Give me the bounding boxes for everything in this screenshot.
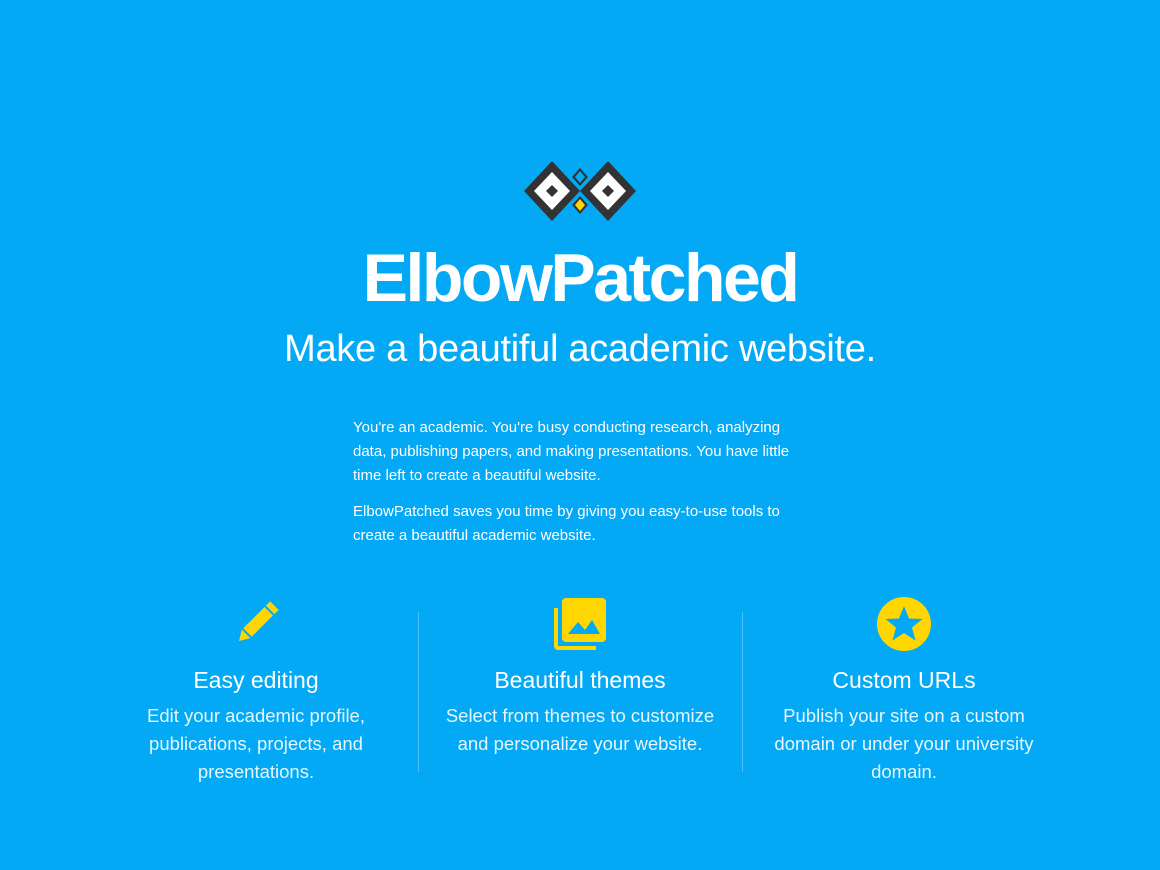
feature-description: Publish your site on a custom domain or … xyxy=(774,705,1034,782)
intro-paragraph: ElbowPatched saves you time by giving yo… xyxy=(353,503,780,544)
brand-name: ElbowPatched xyxy=(362,240,800,316)
hero-section: ElbowPatched Make a beautiful academic w… xyxy=(0,0,1160,870)
star-circle-icon xyxy=(877,597,931,651)
feature-title: Beautiful themes xyxy=(494,667,666,693)
feature-beautiful-themes: Beautiful themes Select from themes to c… xyxy=(418,590,742,790)
diamond-patch-logo-icon xyxy=(524,161,636,221)
feature-title: Easy editing xyxy=(193,667,319,693)
intro-text: You're an academic. You're busy conducti… xyxy=(353,416,815,560)
features-section: Easy editing Edit your academic profile,… xyxy=(94,590,1066,790)
feature-description: Edit your academic profile, publications… xyxy=(147,705,365,782)
pencil-icon xyxy=(239,601,279,641)
feature-title: Custom URLs xyxy=(832,667,976,693)
photo-library-icon xyxy=(554,598,606,650)
feature-custom-urls: Custom URLs Publish your site on a custo… xyxy=(742,590,1066,790)
intro-paragraph: You're an academic. You're busy conducti… xyxy=(353,419,790,484)
feature-description: Select from themes to customize and pers… xyxy=(445,705,715,754)
feature-easy-editing: Easy editing Edit your academic profile,… xyxy=(94,590,418,790)
tagline: Make a beautiful academic website. xyxy=(284,328,876,370)
